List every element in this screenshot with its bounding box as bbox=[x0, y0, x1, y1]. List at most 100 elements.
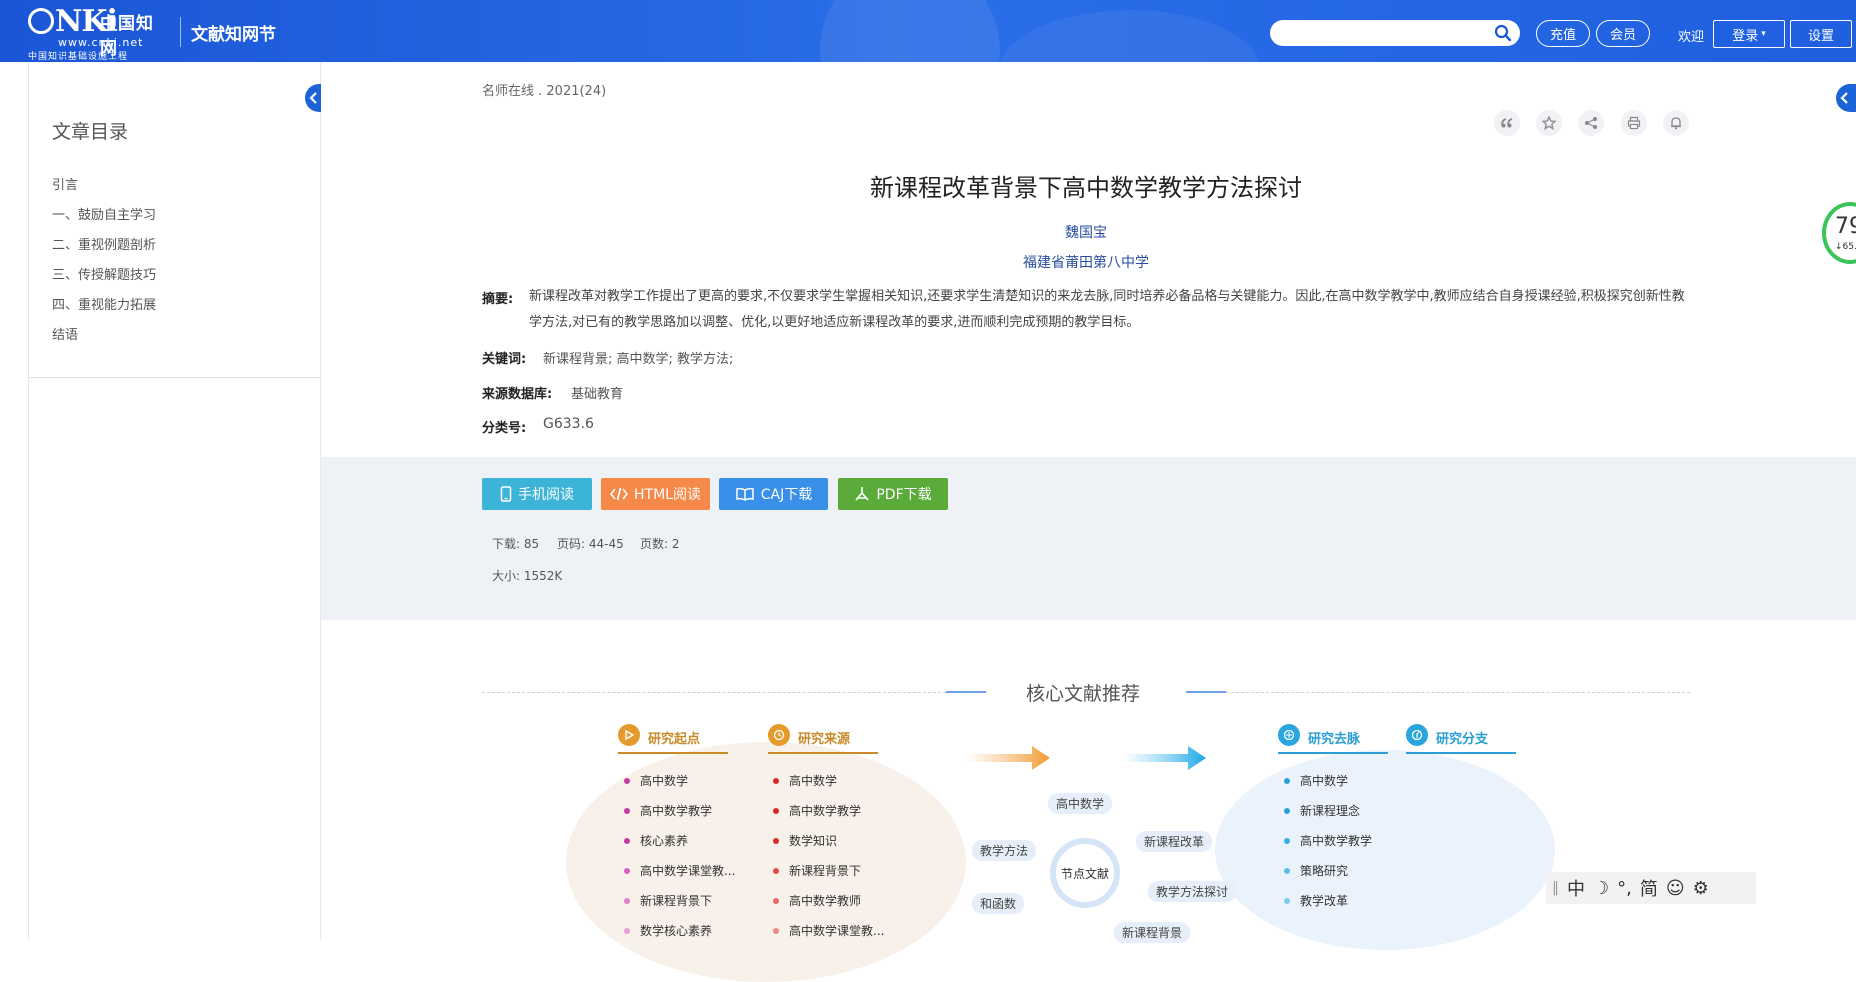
play-icon bbox=[618, 724, 640, 746]
section-divider bbox=[1186, 692, 1690, 693]
list-item[interactable]: 高中数学 bbox=[773, 772, 837, 789]
toc-item-4[interactable]: 四、重视能力拓展 bbox=[52, 294, 156, 313]
login-button[interactable]: 登录 ▾ bbox=[1713, 20, 1785, 48]
pdf-icon bbox=[855, 487, 869, 501]
phone-icon bbox=[500, 486, 512, 502]
article-author[interactable]: 魏国宝 bbox=[482, 222, 1690, 242]
tab-research-trend[interactable]: 研究去脉 bbox=[1278, 724, 1388, 754]
member-button[interactable]: 会员 bbox=[1596, 20, 1650, 47]
download-count: 下载: 85 bbox=[492, 537, 540, 551]
drag-handle-icon[interactable]: ‖ bbox=[1552, 880, 1559, 896]
ime-toolbar: ‖ 中 ☽ °, 简 ☺ ⚙ bbox=[1546, 872, 1756, 904]
caj-download-button[interactable]: CAJ下载 bbox=[719, 478, 828, 510]
list-item[interactable]: 高中数学课堂教... bbox=[773, 922, 884, 939]
chevron-down-icon: ▾ bbox=[1761, 29, 1766, 39]
list-item[interactable]: 核心素养 bbox=[624, 832, 688, 849]
keywords-label: 关键词: bbox=[482, 352, 527, 367]
share-button[interactable] bbox=[1578, 110, 1604, 136]
html-read-button[interactable]: HTML阅读 bbox=[601, 478, 710, 510]
list-item[interactable]: 高中数学课堂教... bbox=[624, 862, 735, 879]
cite-button[interactable] bbox=[1494, 110, 1520, 136]
keyword-node[interactable]: 教学方法探讨 bbox=[1148, 881, 1237, 902]
collapse-right-panel-button[interactable] bbox=[1836, 84, 1856, 112]
mobile-read-label: 手机阅读 bbox=[518, 487, 574, 503]
list-item[interactable]: 数学核心素养 bbox=[624, 922, 712, 939]
branch-icon bbox=[1406, 724, 1428, 746]
list-item[interactable]: 高中数学 bbox=[624, 772, 688, 789]
toc-item-intro[interactable]: 引言 bbox=[52, 174, 78, 193]
list-item[interactable]: 高中数学 bbox=[1284, 772, 1348, 789]
pdf-download-button[interactable]: PDF下载 bbox=[838, 478, 948, 510]
site-name[interactable]: 文献知网节 bbox=[191, 20, 276, 45]
influence-score-badge[interactable]: 79 ↓65.4 bbox=[1822, 202, 1856, 264]
list-item[interactable]: 高中数学教学 bbox=[1284, 832, 1372, 849]
header-divider bbox=[180, 17, 181, 47]
mobile-read-button[interactable]: 手机阅读 bbox=[482, 478, 592, 510]
favorite-button[interactable] bbox=[1536, 110, 1562, 136]
database-label: 来源数据库: bbox=[482, 387, 553, 402]
moon-icon[interactable]: ☽ bbox=[1593, 878, 1609, 899]
list-item[interactable]: 新课程背景下 bbox=[773, 862, 861, 879]
abstract-label: 摘要: bbox=[482, 292, 514, 307]
print-button[interactable] bbox=[1621, 110, 1647, 136]
keyword-node[interactable]: 教学方法 bbox=[972, 840, 1037, 861]
list-item[interactable]: 策略研究 bbox=[1284, 862, 1348, 879]
list-item[interactable]: 高中数学教师 bbox=[773, 892, 861, 909]
settings-button[interactable]: 设置 bbox=[1790, 20, 1852, 48]
list-item[interactable]: 高中数学教学 bbox=[773, 802, 861, 819]
toc-item-1[interactable]: 一、鼓励自主学习 bbox=[52, 204, 156, 223]
classification-value: G633.6 bbox=[543, 416, 594, 432]
article-organization[interactable]: 福建省莆田第八中学 bbox=[482, 252, 1690, 272]
book-icon bbox=[736, 487, 754, 501]
top-bar: NKi 中国知网 www.cnki.net 中国知识基础设施工程 文献知网节 充… bbox=[0, 0, 1856, 62]
section-divider-accent bbox=[1186, 691, 1226, 693]
keywords-list[interactable]: 新课程背景; 高中数学; 教学方法; bbox=[543, 348, 733, 367]
ime-lang-toggle[interactable]: 中 bbox=[1567, 875, 1585, 901]
toc-item-conclusion[interactable]: 结语 bbox=[52, 324, 78, 343]
notify-button[interactable] bbox=[1663, 110, 1689, 136]
tab-research-origin[interactable]: 研究起点 bbox=[618, 724, 728, 754]
list-item[interactable]: 新课程理念 bbox=[1284, 802, 1360, 819]
html-read-label: HTML阅读 bbox=[634, 487, 701, 503]
chevron-left-icon bbox=[309, 92, 317, 104]
tab-research-sources[interactable]: 研究来源 bbox=[768, 724, 878, 754]
cnki-logo[interactable]: NKi 中国知网 www.cnki.net 中国知识基础设施工程 bbox=[28, 7, 168, 62]
smiley-icon[interactable]: ☺ bbox=[1666, 878, 1685, 899]
keyword-node[interactable]: 新课程改革 bbox=[1136, 831, 1213, 852]
decorative-blob bbox=[1215, 750, 1555, 950]
toc-sidebar: 文章目录 引言 一、鼓励自主学习 二、重视例题剖析 三、传授解题技巧 四、重视能… bbox=[28, 62, 321, 378]
keyword-node[interactable]: 和函数 bbox=[972, 893, 1025, 914]
arrow-right-icon bbox=[966, 746, 1050, 770]
search-icon[interactable] bbox=[1494, 24, 1512, 42]
toc-item-3[interactable]: 三、传授解题技巧 bbox=[52, 264, 156, 283]
abstract-text: 新课程改革对教学工作提出了更高的要求,不仅要求学生掌握相关知识,还要求学生清楚知… bbox=[529, 289, 1685, 330]
node-document-hub[interactable]: 节点文献 bbox=[1050, 838, 1120, 908]
keyword-node[interactable]: 高中数学 bbox=[1048, 793, 1113, 814]
ime-charset-toggle[interactable]: 简 bbox=[1640, 875, 1658, 901]
list-item[interactable]: 教学改革 bbox=[1284, 892, 1348, 909]
toc-item-2[interactable]: 二、重视例题剖析 bbox=[52, 234, 156, 253]
journal-source[interactable]: 名师在线 . 2021(24) bbox=[482, 80, 606, 99]
arrow-right-icon bbox=[1122, 746, 1206, 770]
tab-label: 研究去脉 bbox=[1308, 732, 1361, 747]
search-input[interactable] bbox=[1270, 20, 1520, 46]
list-item[interactable]: 新课程背景下 bbox=[624, 892, 712, 909]
recharge-button[interactable]: 充值 bbox=[1536, 20, 1590, 47]
section-title: 核心文献推荐 bbox=[1026, 683, 1141, 705]
section-divider bbox=[482, 692, 986, 693]
score-value: 79 bbox=[1835, 214, 1856, 239]
file-size: 大小: 1552K bbox=[492, 569, 563, 583]
pdf-download-label: PDF下载 bbox=[876, 487, 932, 503]
compass-icon bbox=[1278, 724, 1300, 746]
list-item[interactable]: 数学知识 bbox=[773, 832, 837, 849]
section-divider-accent bbox=[946, 691, 986, 693]
list-item[interactable]: 高中数学教学 bbox=[624, 802, 712, 819]
code-icon bbox=[610, 487, 629, 501]
caj-download-label: CAJ下载 bbox=[760, 487, 813, 503]
ime-punct-toggle[interactable]: °, bbox=[1617, 878, 1632, 899]
tab-research-branch[interactable]: 研究分支 bbox=[1406, 724, 1516, 754]
gear-icon[interactable]: ⚙ bbox=[1693, 878, 1709, 899]
tab-label: 研究来源 bbox=[798, 732, 851, 747]
welcome-text: 欢迎 bbox=[1678, 30, 1705, 45]
quote-icon bbox=[1501, 118, 1513, 128]
